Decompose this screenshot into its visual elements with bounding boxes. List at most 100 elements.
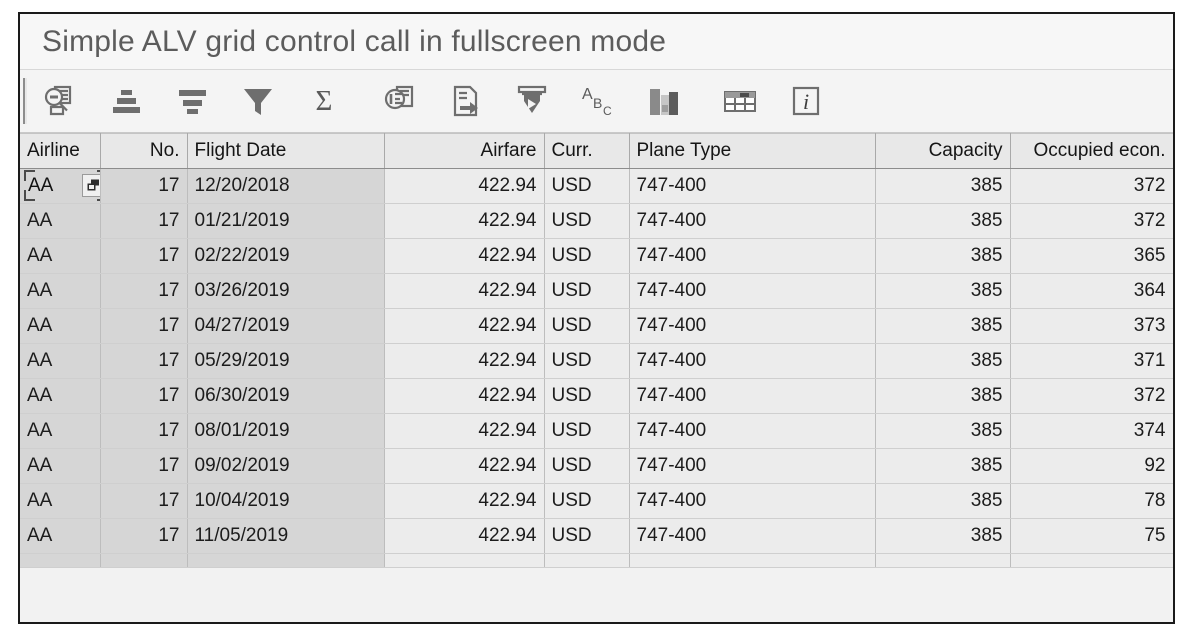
cell-capacity[interactable]: 385 [875,483,1011,519]
cell-airfare[interactable]: 422.94 [384,308,545,344]
cell-curr[interactable]: USD [544,518,630,554]
cell-occupied[interactable]: 374 [1010,413,1173,449]
cell-date[interactable]: 06/30/2019 [187,378,385,414]
cell-airfare[interactable] [384,553,545,568]
cell-no[interactable] [100,553,188,568]
cell-plane[interactable]: 747-400 [629,413,876,449]
word-processing-button[interactable]: A B C [575,78,621,124]
cell-occupied[interactable]: 372 [1010,203,1173,239]
cell-curr[interactable]: USD [544,308,630,344]
set-filter-button[interactable] [235,78,281,124]
cell-curr[interactable]: USD [544,483,630,519]
cell-airfare[interactable]: 422.94 [384,448,545,484]
table-row[interactable]: AA 17 08/01/2019 422.94 USD 747-400 385 374 [20,413,1173,449]
cell-date[interactable]: 01/21/2019 [187,203,385,239]
column-header-date[interactable]: Flight Date [187,133,385,169]
cell-airline[interactable] [20,553,101,568]
cell-capacity[interactable]: 385 [875,308,1011,344]
cell-no[interactable]: 17 [100,273,188,309]
cell-plane[interactable]: 747-400 [629,273,876,309]
cell-no[interactable]: 17 [100,378,188,414]
cell-curr[interactable]: USD [544,168,630,204]
cell-plane[interactable]: 747-400 [629,518,876,554]
graphic-button[interactable] [641,78,687,124]
cell-date[interactable]: 05/29/2019 [187,343,385,379]
print-preview-button[interactable] [509,78,555,124]
cell-curr[interactable]: USD [544,378,630,414]
cell-curr[interactable]: USD [544,238,630,274]
cell-airfare[interactable]: 422.94 [384,413,545,449]
cell-capacity[interactable]: 385 [875,343,1011,379]
cell-curr[interactable]: USD [544,413,630,449]
table-row[interactable]: AA 17 11/05/2019 422.94 USD 747-400 385 75 [20,518,1173,554]
table-row[interactable]: AA 17 04/27/2019 422.94 USD 747-400 385 373 [20,308,1173,344]
table-row[interactable]: AA 17 02/22/2019 422.94 USD 747-400 385 365 [20,238,1173,274]
cell-plane[interactable]: 747-400 [629,343,876,379]
cell-plane[interactable]: 747-400 [629,378,876,414]
cell-curr[interactable] [544,553,630,568]
cell-capacity[interactable]: 385 [875,518,1011,554]
local-file-export-button[interactable] [443,78,489,124]
select-layout-button[interactable] [717,78,763,124]
cell-no[interactable]: 17 [100,203,188,239]
sort-descending-button[interactable] [169,78,215,124]
cell-plane[interactable]: 747-400 [629,308,876,344]
cell-airfare[interactable]: 422.94 [384,168,545,204]
total-button[interactable]: Σ [301,78,347,124]
cell-airfare[interactable]: 422.94 [384,378,545,414]
column-header-plane[interactable]: Plane Type [629,133,876,169]
cell-airline[interactable]: AA [20,518,101,554]
detail-view-button[interactable] [37,78,83,124]
cell-curr[interactable]: USD [544,448,630,484]
column-header-curr[interactable]: Curr. [544,133,630,169]
table-row-partial[interactable] [20,553,1173,568]
cell-plane[interactable]: 747-400 [629,168,876,204]
cell-capacity[interactable]: 385 [875,448,1011,484]
cell-capacity[interactable]: 385 [875,378,1011,414]
cell-plane[interactable]: 747-400 [629,483,876,519]
cell-occupied[interactable]: 365 [1010,238,1173,274]
cell-no[interactable]: 17 [100,308,188,344]
cell-airline[interactable]: AA [20,273,101,309]
cell-occupied[interactable] [1010,553,1173,568]
cell-no[interactable]: 17 [100,483,188,519]
cell-airline[interactable]: AA [20,203,101,239]
column-header-airline[interactable]: Airline [20,133,101,169]
cell-no[interactable]: 17 [100,238,188,274]
table-row[interactable]: AA 17 06/30/2019 422.94 USD 747-400 385 372 [20,378,1173,414]
cell-plane[interactable]: 747-400 [629,238,876,274]
cell-airline[interactable]: AA [20,413,101,449]
cell-airfare[interactable]: 422.94 [384,238,545,274]
cell-plane[interactable]: 747-400 [629,203,876,239]
cell-airline[interactable]: AA [20,378,101,414]
table-row[interactable]: AA 17 05/29/2019 422.94 USD 747-400 385 371 [20,343,1173,379]
column-header-airfare[interactable]: Airfare [384,133,545,169]
cell-occupied[interactable]: 371 [1010,343,1173,379]
cell-airline[interactable]: AA [20,483,101,519]
cell-airfare[interactable]: 422.94 [384,273,545,309]
cell-date[interactable] [187,553,385,568]
cell-date[interactable]: 11/05/2019 [187,518,385,554]
cell-date[interactable]: 04/27/2019 [187,308,385,344]
table-row[interactable]: AA 17 01/21/2019 422.94 USD 747-400 385 372 [20,203,1173,239]
alv-grid[interactable]: Airline No. Flight Date Airfare Curr. Pl… [20,133,1173,568]
table-row[interactable]: AA 17 09/02/2019 422.94 USD 747-400 385 92 [20,448,1173,484]
cell-plane[interactable]: 747-400 [629,448,876,484]
cell-curr[interactable]: USD [544,203,630,239]
cell-capacity[interactable]: 385 [875,238,1011,274]
cell-no[interactable]: 17 [100,448,188,484]
cell-occupied[interactable]: 78 [1010,483,1173,519]
column-header-occupied[interactable]: Occupied econ. [1010,133,1173,169]
cell-occupied[interactable]: 373 [1010,308,1173,344]
cell-airline[interactable]: AA [20,168,101,204]
cell-airline[interactable]: AA [20,238,101,274]
cell-curr[interactable]: USD [544,273,630,309]
cell-occupied[interactable]: 372 [1010,168,1173,204]
cell-expand-icon[interactable] [82,174,99,197]
column-header-no[interactable]: No. [100,133,188,169]
cell-no[interactable]: 17 [100,168,188,204]
cell-airfare[interactable]: 422.94 [384,483,545,519]
information-button[interactable]: i [783,78,829,124]
cell-date[interactable]: 12/20/2018 [187,168,385,204]
subtotals-button[interactable] [377,78,423,124]
